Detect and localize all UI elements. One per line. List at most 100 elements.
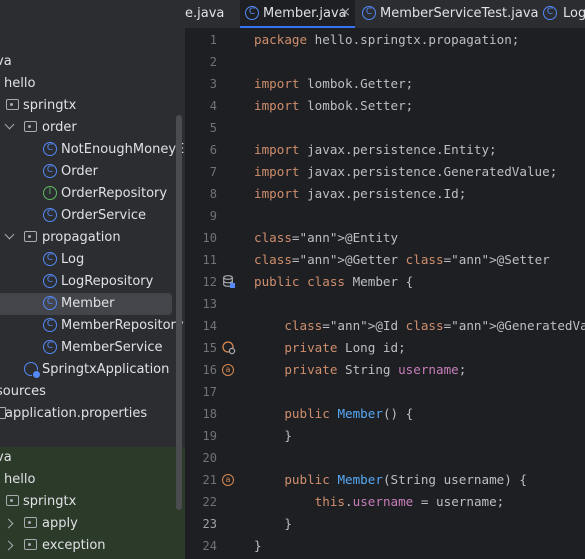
class-icon: C [43, 252, 57, 266]
tree-item-propagation[interactable]: propagation [0, 227, 185, 249]
code-line[interactable]: private String username; [254, 362, 466, 377]
code-line[interactable]: import lombok.Setter; [254, 98, 413, 113]
tree-item-label: Member [61, 296, 115, 311]
class-icon: C [43, 142, 57, 156]
tree-item-label: Order [61, 164, 98, 179]
line-number: 17 [202, 385, 217, 399]
tree-item-label: va [0, 450, 12, 465]
tree-item-order-class[interactable]: C Order [0, 161, 185, 183]
line-number: 4 [209, 99, 217, 113]
line-number: 6 [209, 143, 217, 157]
line-number: 14 [202, 319, 217, 333]
tree-item-label: propagation [42, 230, 121, 245]
tree-item-notenoughmoney[interactable]: C NotEnoughMoneyE [0, 139, 185, 161]
chevron-down-icon[interactable] [4, 119, 15, 130]
line-number: 8 [209, 187, 217, 201]
code-line[interactable]: this.username = username; [254, 494, 505, 509]
interface-icon: I [43, 186, 57, 200]
class-icon: C [362, 6, 376, 20]
code-line[interactable]: public Member() { [254, 406, 413, 421]
code-line[interactable]: import javax.persistence.Id; [254, 186, 466, 201]
class-icon: C [43, 296, 57, 310]
line-number: 7 [209, 165, 217, 179]
tree-item-label: hello [4, 76, 36, 91]
line-number: 21 [202, 473, 217, 487]
tree-item-label: springtx [23, 98, 77, 113]
tree-item-application-properties[interactable]: application.properties [0, 403, 185, 425]
class-icon: C [245, 6, 259, 20]
tree-item-order[interactable]: order [0, 117, 185, 139]
code-line[interactable]: } [254, 428, 292, 443]
code-line[interactable]: } [254, 516, 292, 531]
code-line[interactable]: import javax.persistence.Entity; [254, 142, 497, 157]
autowired-constructor-icon[interactable]: a [222, 474, 234, 486]
tree-item-label: sources [0, 384, 46, 399]
tree-item-label: LogRepository [61, 274, 154, 289]
tree-scrollbar[interactable] [176, 115, 182, 510]
tree-item-test-hello[interactable]: hello [0, 469, 185, 491]
tree-item-label: application.properties [5, 406, 148, 421]
class-icon: C [543, 6, 557, 20]
tab-label: e.java [185, 6, 225, 21]
tree-item-member[interactable]: C Member [0, 293, 185, 315]
chevron-down-icon[interactable] [4, 229, 15, 240]
line-number: 19 [202, 429, 217, 443]
tree-item-exception[interactable]: exception [0, 535, 185, 557]
code-line[interactable]: import lombok.Getter; [254, 76, 413, 91]
code-line[interactable]: private Long id; [254, 340, 405, 355]
package-icon [24, 121, 37, 132]
package-icon [24, 517, 37, 528]
tree-item-resources[interactable]: sources [0, 381, 185, 403]
line-number: 3 [209, 77, 217, 91]
code-line[interactable]: public class Member { [254, 274, 413, 289]
code-line[interactable]: import javax.persistence.GeneratedValue; [254, 164, 557, 179]
code-line[interactable]: package hello.springtx.propagation; [254, 32, 519, 47]
line-number: 5 [209, 121, 217, 135]
code-line[interactable]: class="ann">@Getter class="ann">@Setter [254, 252, 550, 267]
line-number: 23 [202, 517, 217, 531]
tree-item-orderservice[interactable]: C OrderService [0, 205, 185, 227]
code-line[interactable]: } [254, 538, 262, 553]
tree-item-hello[interactable]: hello [0, 73, 185, 95]
tree-item-label: OrderRepository [61, 186, 168, 201]
editor-tab-bar: e.java C Member.java × C MemberServiceTe… [185, 0, 585, 29]
tree-item-test-springtx[interactable]: springtx [0, 491, 185, 513]
code-line[interactable]: class="ann">@Id class="ann">@GeneratedVa… [254, 318, 585, 333]
tab-log[interactable]: C Log [540, 0, 585, 28]
tab-member-java[interactable]: C Member.java × [240, 0, 355, 28]
line-number: 9 [209, 209, 217, 223]
tree-item-java[interactable]: va [0, 51, 185, 73]
tree-item-label: va [0, 54, 12, 69]
tree-item-label: springtx [23, 494, 77, 509]
close-icon[interactable]: × [340, 5, 351, 20]
autowired-field-icon[interactable]: a [222, 364, 234, 376]
class-icon: C [43, 318, 57, 332]
tree-item-springtxapplication[interactable]: SpringtxApplication [0, 359, 185, 381]
class-icon: C [43, 164, 57, 178]
tab-memberservicetest-java[interactable]: C MemberServiceTest.java [355, 0, 539, 28]
tree-item-label: SpringtxApplication [42, 362, 170, 377]
chevron-right-icon[interactable] [3, 518, 14, 529]
tree-item-label: NotEnoughMoneyE [61, 142, 185, 157]
tree-item-logrepository[interactable]: C LogRepository [0, 271, 185, 293]
tree-item-memberrepository[interactable]: C MemberRepository [0, 315, 185, 337]
code-line[interactable]: public Member(String username) { [254, 472, 527, 487]
tree-item-apply[interactable]: apply [0, 513, 185, 535]
database-entity-icon[interactable] [223, 275, 235, 288]
line-number: 18 [202, 407, 217, 421]
tree-item-memberservice[interactable]: C MemberService [0, 337, 185, 359]
tree-item-orderrepository[interactable]: I OrderRepository [0, 183, 185, 205]
line-number: 11 [202, 253, 217, 267]
code-editor[interactable]: package hello.springtx.propagation; impor… [251, 29, 585, 559]
tree-item-springtx[interactable]: springtx [0, 95, 185, 117]
chevron-right-icon[interactable] [3, 540, 14, 551]
id-key-icon[interactable] [222, 341, 236, 355]
code-line[interactable]: class="ann">@Entity [254, 230, 398, 245]
line-number: 20 [202, 451, 217, 465]
line-number: 15 [202, 341, 217, 355]
line-number: 10 [202, 231, 217, 245]
tab-service-java[interactable]: e.java [185, 0, 240, 28]
class-icon: C [43, 208, 57, 222]
tree-item-log[interactable]: C Log [0, 249, 185, 271]
tree-item-test-java[interactable]: va [0, 447, 185, 469]
